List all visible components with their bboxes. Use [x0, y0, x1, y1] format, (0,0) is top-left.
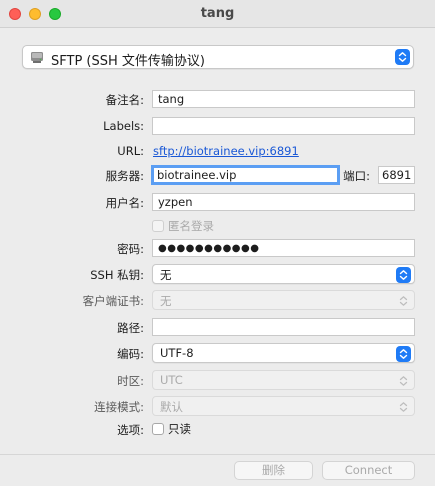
connect-mode-stepper: [396, 399, 411, 415]
username-input[interactable]: yzpen: [152, 193, 415, 211]
path-label: 路径:: [117, 321, 144, 335]
password-input[interactable]: ●●●●●●●●●●●: [152, 239, 415, 257]
chevron-up-down-icon: [399, 296, 408, 306]
labels-input[interactable]: [152, 117, 415, 135]
chevron-up-down-icon: [399, 402, 408, 412]
connect-mode-value: 默认: [160, 400, 183, 414]
password-label: 密码:: [117, 242, 144, 256]
encoding-label: 编码:: [117, 347, 144, 361]
title-bar: tang: [0, 0, 435, 28]
anonymous-login-checkbox[interactable]: [152, 220, 164, 232]
port-label: 端口:: [343, 169, 370, 183]
client-cert-label: 客户端证书:: [82, 294, 144, 308]
ssh-key-value: 无: [160, 268, 172, 282]
username-label: 用户名:: [105, 196, 144, 210]
options-label: 选项:: [117, 423, 144, 437]
client-cert-value: 无: [160, 294, 172, 308]
readonly-label: 只读: [168, 422, 191, 436]
timezone-select[interactable]: UTC: [152, 370, 415, 390]
encoding-value: UTF-8: [160, 346, 194, 360]
port-input[interactable]: 6891: [378, 166, 415, 184]
client-cert-select[interactable]: 无: [152, 290, 415, 310]
url-label: URL:: [117, 144, 144, 158]
encoding-select[interactable]: UTF-8: [152, 343, 415, 363]
window-title: tang: [200, 6, 235, 21]
protocol-stepper[interactable]: [395, 49, 410, 65]
chevron-up-down-icon: [399, 270, 408, 280]
network-drive-icon: [31, 52, 43, 63]
connect-mode-label: 连接模式:: [94, 400, 144, 414]
protocol-label: SFTP (SSH 文件传输协议): [51, 54, 205, 69]
protocol-select[interactable]: SFTP (SSH 文件传输协议): [22, 45, 414, 69]
ssh-key-select[interactable]: 无: [152, 264, 415, 284]
timezone-stepper: [396, 373, 411, 389]
bottom-bar: 删除 Connect: [0, 454, 435, 486]
server-label: 服务器:: [105, 169, 144, 183]
ssh-key-stepper[interactable]: [396, 267, 411, 283]
timezone-value: UTC: [160, 373, 183, 387]
nickname-input[interactable]: tang: [152, 90, 415, 108]
url-link[interactable]: sftp://biotrainee.vip:6891: [153, 144, 299, 158]
path-input[interactable]: [152, 318, 415, 336]
delete-button[interactable]: 删除: [234, 461, 313, 480]
nickname-label: 备注名:: [105, 93, 144, 107]
labels-label: Labels:: [103, 119, 144, 133]
encoding-stepper[interactable]: [396, 346, 411, 362]
chevron-up-down-icon: [398, 52, 407, 62]
client-cert-stepper: [396, 293, 411, 309]
chevron-up-down-icon: [399, 349, 408, 359]
connect-mode-select[interactable]: 默认: [152, 396, 415, 416]
anonymous-login-label: 匿名登录: [168, 219, 214, 233]
connect-button[interactable]: Connect: [322, 461, 415, 480]
readonly-checkbox[interactable]: [152, 423, 164, 435]
timezone-label: 时区:: [117, 374, 144, 388]
chevron-up-down-icon: [399, 376, 408, 386]
ssh-key-label: SSH 私钥:: [90, 268, 144, 282]
